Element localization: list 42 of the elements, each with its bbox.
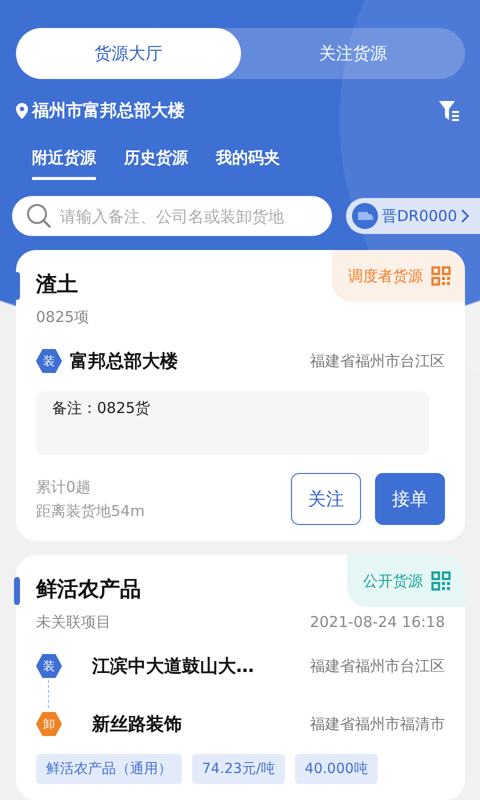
vehicle-button[interactable]: 晋DR0000 [346,198,480,234]
qr-code-icon[interactable] [431,266,451,286]
location-text[interactable]: 福州市富邦总部大楼 [32,99,185,122]
cargo-title: 渣土 [36,271,78,298]
filter-icon[interactable] [438,100,460,122]
time-text: 2021-08-24 16:18 [310,613,445,632]
stop-name: 富邦总部大楼 [70,350,178,373]
cargo-tag: 鲜活农产品（通用） [36,754,182,784]
search-icon [26,203,52,229]
location-pin-icon [16,102,28,118]
segment-tab[interactable]: 关注货源 [240,28,465,79]
stop-badge: 装 [36,349,62,373]
qr-code-icon[interactable] [431,571,451,591]
cargo-tag: 40.000吨 [294,754,378,784]
route-connector [48,680,49,708]
region-text: 福建省福州市台江区 [310,656,445,676]
project-text: 未关联项目 [36,613,111,632]
category-tab[interactable]: 历史货源 [124,148,188,180]
accent-bar [14,272,20,300]
cargo-title: 鲜活农产品 [36,576,141,603]
stop-name: 江滨中大道鼓山大… [92,655,254,678]
trip-count: 累计0趟 [36,477,92,498]
stop-name: 新丝路装饰 [92,713,182,736]
accept-button[interactable]: 接单 [375,473,445,525]
project-text: 0825项 [36,308,90,327]
chevron-right-icon [461,209,470,223]
truck-icon [352,203,378,229]
accent-bar [14,577,20,605]
region-text: 福建省福州市台江区 [310,352,445,370]
source-label: 调度者货源 [348,266,423,286]
follow-button[interactable]: 关注 [291,473,361,525]
cargo-tag: 74.23元/吨 [192,754,285,784]
region-text: 福建省福州市福清市 [310,714,445,734]
search-field[interactable]: 请输入备注、公司名或装卸货地 [12,196,332,236]
stop-badge: 卸 [36,712,62,736]
note-text: 备注：0825货 [36,391,429,455]
distance-text: 距离装货地54m [36,501,145,522]
stop-badge: 装 [36,654,62,678]
segment-tab[interactable]: 货源大厅 [16,28,240,79]
category-tab[interactable]: 附近货源 [32,148,96,180]
category-tab[interactable]: 我的码夹 [216,148,280,180]
source-label: 公开货源 [363,572,423,590]
